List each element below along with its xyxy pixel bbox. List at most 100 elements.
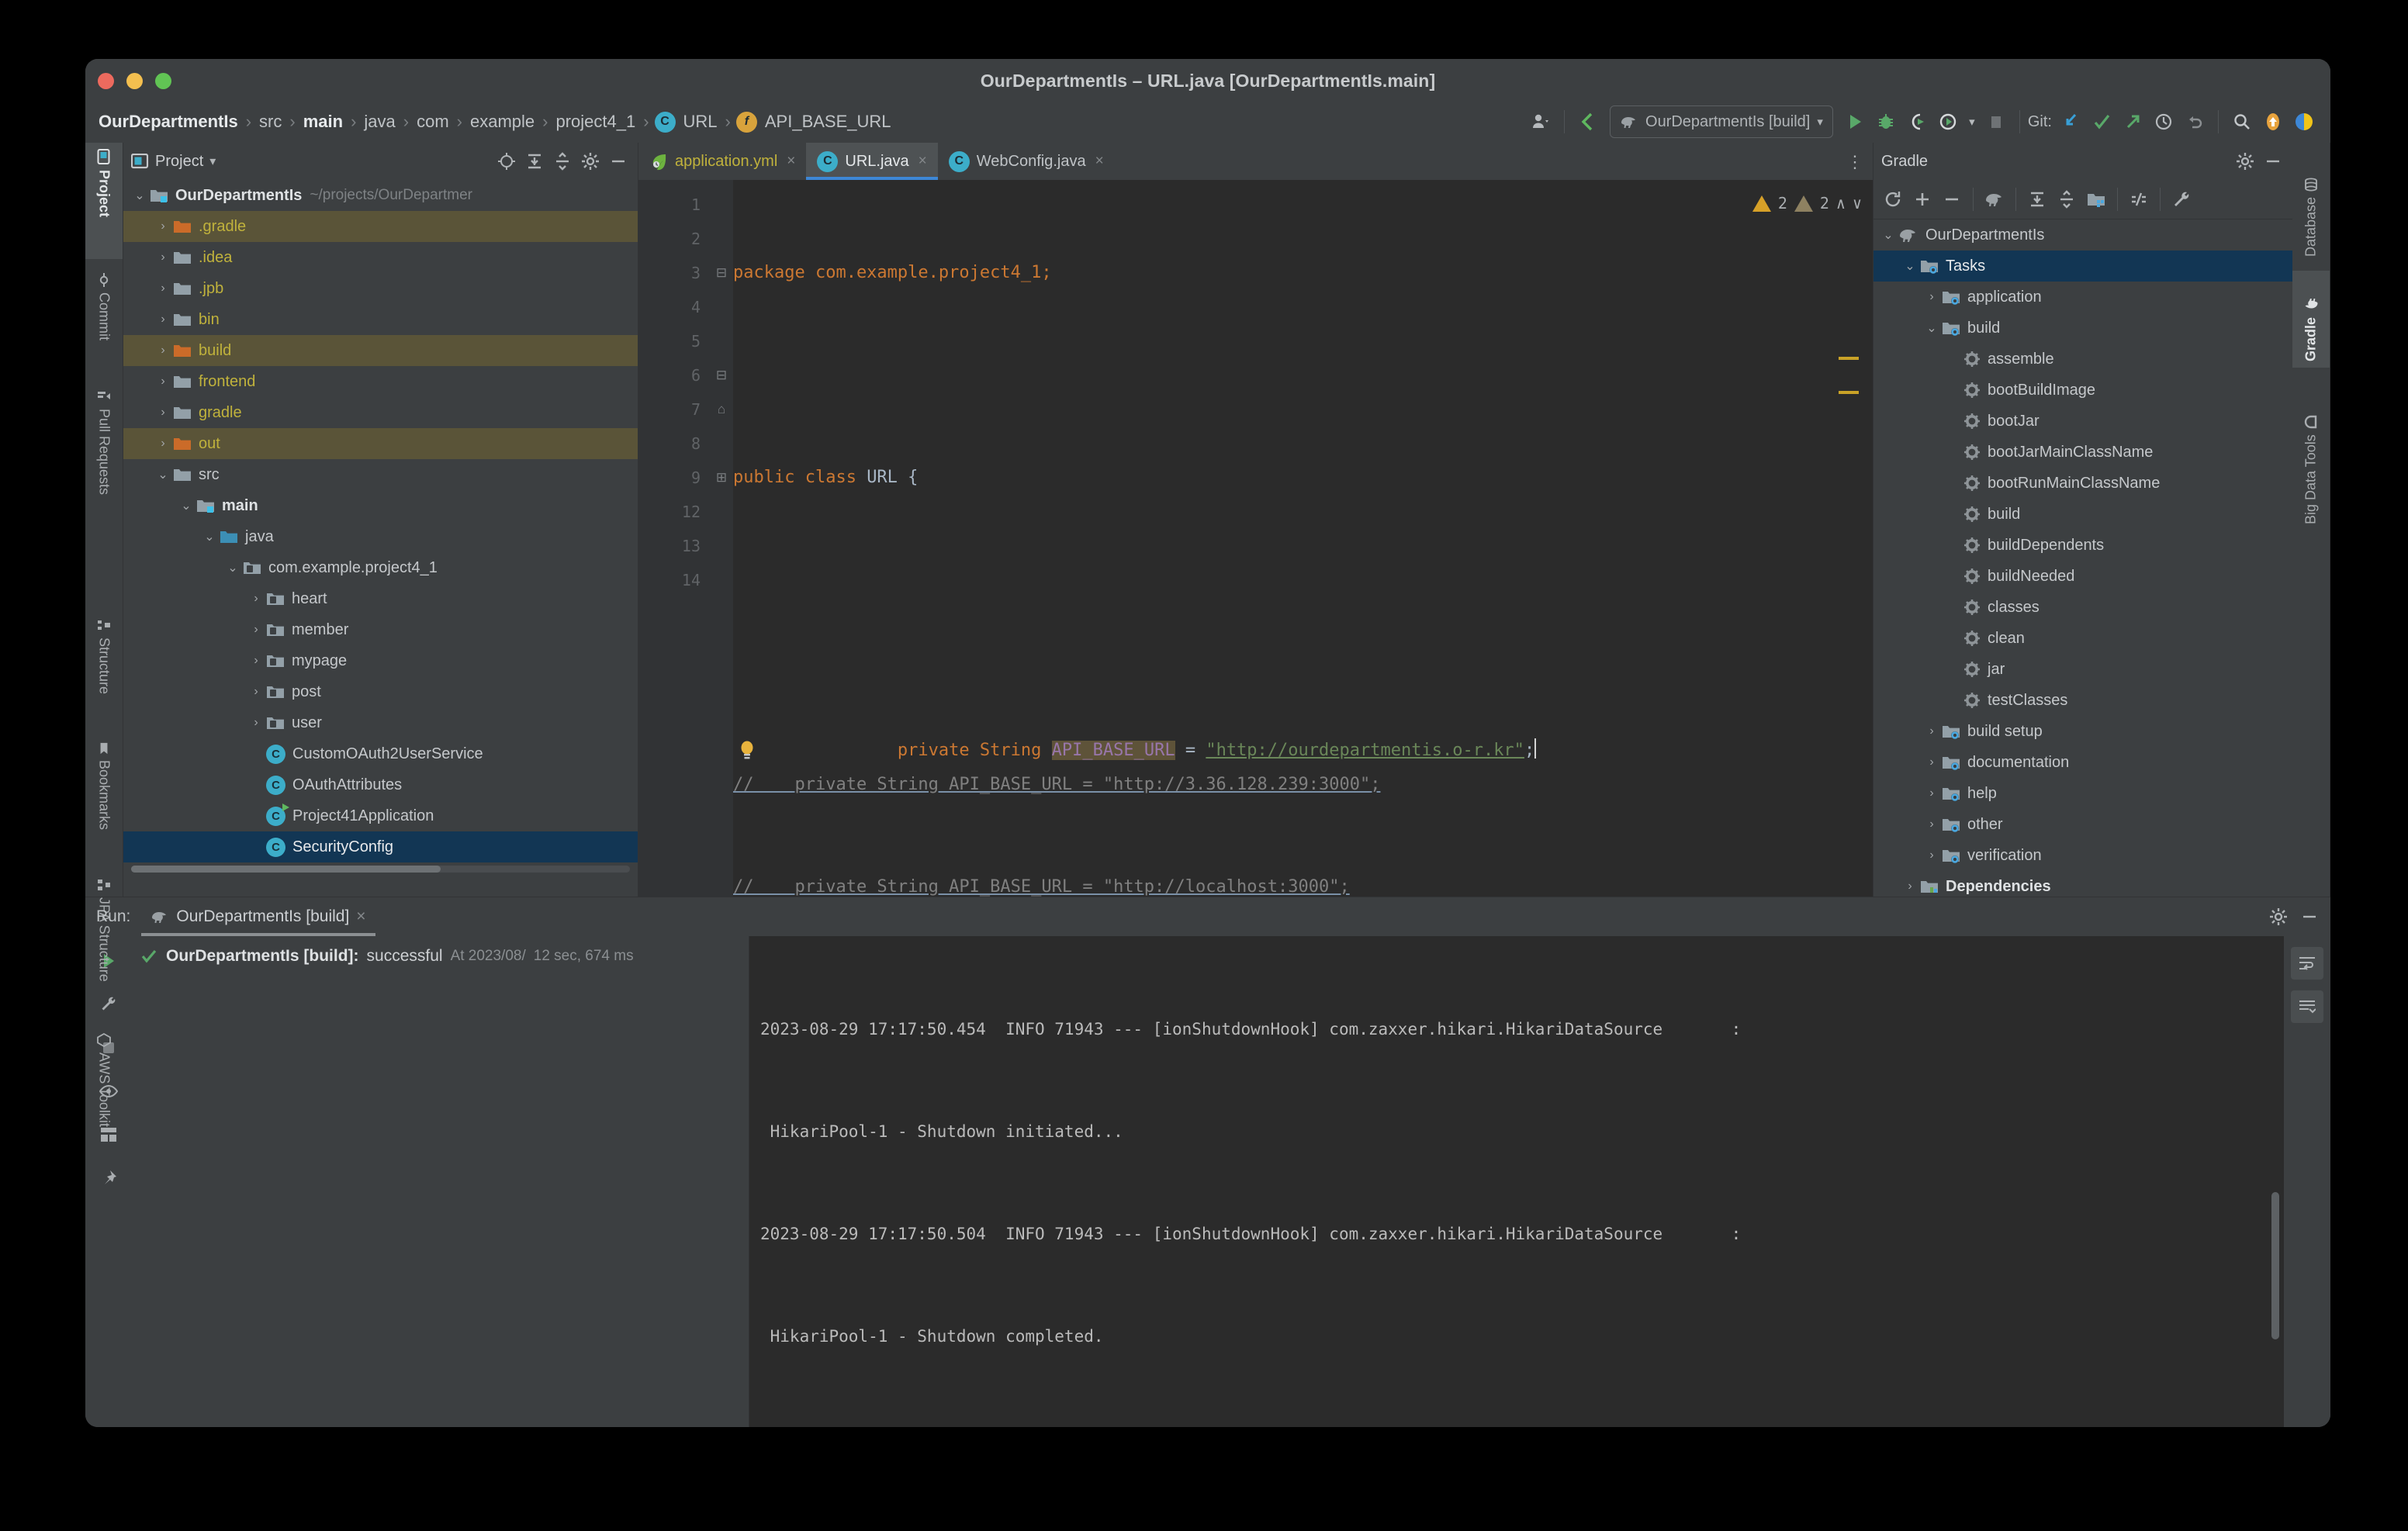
gradle-tree-row[interactable]: bootJar	[1873, 406, 2292, 437]
chevron-down-icon[interactable]: ⌄	[1900, 258, 1920, 274]
chevron-right-icon[interactable]: ›	[153, 313, 173, 327]
gradle-tree-row[interactable]: testClasses	[1873, 685, 2292, 716]
wrench-icon[interactable]	[2168, 186, 2195, 213]
chevron-right-icon[interactable]: ›	[153, 219, 173, 233]
collapse-all-icon[interactable]	[549, 148, 576, 175]
refresh-icon[interactable]	[1880, 186, 1906, 213]
chevron-right-icon[interactable]: ›	[246, 685, 266, 699]
soft-wrap-icon[interactable]	[2291, 947, 2323, 980]
breadcrumb-item-example[interactable]: example	[468, 112, 537, 132]
build-result-row[interactable]: OurDepartmentIs [build]: successful At 2…	[132, 942, 749, 970]
gradle-tree-row[interactable]: › Dependencies	[1873, 871, 2292, 897]
gradle-tree-row[interactable]: ⌄ OurDepartmentIs	[1873, 219, 2292, 251]
console-output[interactable]: 2023-08-29 17:17:50.454 INFO 71943 --- […	[749, 936, 2284, 1427]
chevron-right-icon[interactable]: ›	[246, 654, 266, 668]
gradle-tree-row[interactable]: buildNeeded	[1873, 561, 2292, 592]
chevron-down-icon[interactable]: ⌄	[130, 188, 150, 203]
expand-all-icon[interactable]	[2024, 186, 2050, 213]
chevron-right-icon[interactable]: ›	[1922, 290, 1942, 304]
chevron-right-icon[interactable]: ›	[153, 406, 173, 420]
close-icon[interactable]: ×	[919, 153, 927, 170]
chevron-right-icon[interactable]: ›	[153, 437, 173, 451]
gradle-tree[interactable]: ⌄ OurDepartmentIs ⌄ Tasks › application ⌄ build…	[1873, 219, 2292, 897]
settings-icon[interactable]	[2265, 904, 2292, 930]
breadcrumb-item-com[interactable]: com	[414, 112, 452, 132]
fold-marker-method[interactable]: ⊞	[710, 461, 733, 495]
chevron-down-icon[interactable]: ⌄	[199, 529, 220, 544]
debug-icon[interactable]	[1870, 105, 1901, 139]
back-arrow-icon[interactable]	[1572, 105, 1604, 139]
project-tree-row[interactable]: › .idea	[123, 242, 638, 273]
chevron-right-icon[interactable]: ›	[153, 251, 173, 264]
collapse-all-icon[interactable]	[2053, 186, 2080, 213]
gradle-tree-row[interactable]: › other	[1873, 809, 2292, 840]
sidebar-item-database[interactable]: Database	[2292, 143, 2330, 263]
sidebar-item-project[interactable]: Project	[85, 143, 123, 259]
project-tree-row[interactable]: ⌄ main	[123, 490, 638, 521]
stop-icon[interactable]	[1981, 105, 2012, 139]
tab-application-yml[interactable]: application.yml ×	[638, 143, 806, 180]
close-icon[interactable]: ×	[356, 907, 365, 926]
hide-icon[interactable]	[605, 148, 631, 175]
sidebar-item-gradle[interactable]: Gradle	[2292, 271, 2330, 368]
gradle-tree-row[interactable]: jar	[1873, 654, 2292, 685]
expand-all-icon[interactable]	[521, 148, 548, 175]
project-tree-row[interactable]: › bin	[123, 304, 638, 335]
project-tree-row[interactable]: › post	[123, 676, 638, 707]
updates-icon[interactable]	[2258, 105, 2289, 139]
chevron-right-icon[interactable]: ›	[1922, 755, 1942, 769]
run-configuration-selector[interactable]: OurDepartmentIs [build] ▾	[1610, 105, 1833, 138]
hide-icon[interactable]	[2260, 148, 2286, 175]
chevron-down-icon[interactable]: ⌄	[1922, 320, 1942, 336]
search-everywhere-icon[interactable]	[2226, 105, 2258, 139]
gradle-tree-row[interactable]: ⌄ build	[1873, 313, 2292, 344]
remove-icon[interactable]	[1939, 186, 1965, 213]
gradle-tree-row[interactable]: › help	[1873, 778, 2292, 809]
project-tree-row[interactable]: ⌄ src	[123, 459, 638, 490]
project-tree-row[interactable]: C Project41Application	[123, 800, 638, 831]
project-tree-scrollbar[interactable]	[131, 866, 630, 873]
breadcrumb-item-project[interactable]: OurDepartmentIs	[96, 112, 240, 132]
chevron-down-icon[interactable]: ⌄	[1878, 227, 1898, 243]
console-scrollbar[interactable]	[2271, 1192, 2279, 1339]
fold-gutter[interactable]: ⊟ ⊟ ⌂ ⊞	[710, 180, 733, 897]
code-text[interactable]: package com.example.project4_1; public c…	[733, 180, 1873, 897]
chevron-right-icon[interactable]: ›	[153, 344, 173, 358]
chevron-right-icon[interactable]: ›	[1922, 724, 1942, 738]
gradle-tree-row[interactable]: classes	[1873, 592, 2292, 623]
project-tree-row[interactable]: C CustomOAuth2UserService	[123, 738, 638, 769]
chevron-right-icon[interactable]: ›	[153, 375, 173, 389]
add-icon[interactable]	[1909, 186, 1936, 213]
gradle-tree-row[interactable]: › build setup	[1873, 716, 2292, 747]
settings-icon[interactable]	[2232, 148, 2258, 175]
chevron-right-icon[interactable]: ›	[246, 592, 266, 606]
scroll-to-end-icon[interactable]	[2291, 990, 2323, 1023]
chevron-down-icon[interactable]: ⌄	[223, 560, 243, 575]
project-tree-row[interactable]: › mypage	[123, 645, 638, 676]
chevron-right-icon[interactable]: ›	[1900, 880, 1920, 893]
locate-icon[interactable]	[493, 148, 520, 175]
chevron-down-icon[interactable]: ▾	[1963, 105, 1981, 139]
profiler-icon[interactable]	[1932, 105, 1963, 139]
project-tree-row[interactable]: ⌄ java	[123, 521, 638, 552]
gradle-tree-row[interactable]: bootBuildImage	[1873, 375, 2292, 406]
sidebar-item-structure[interactable]: Structure	[85, 612, 123, 728]
gradle-tree-row[interactable]: buildDependents	[1873, 530, 2292, 561]
breadcrumb-item-src[interactable]: src	[257, 112, 284, 132]
sidebar-item-bookmarks[interactable]: Bookmarks	[85, 736, 123, 864]
module-icon[interactable]	[2083, 186, 2109, 213]
chevron-right-icon[interactable]: ›	[1922, 786, 1942, 800]
code-string-url[interactable]: "http://ourdepartmentis.o-r.kr"	[1206, 741, 1524, 760]
chevron-right-icon[interactable]: ›	[153, 282, 173, 295]
project-tree-row[interactable]: › .gradle	[123, 211, 638, 242]
git-push-icon[interactable]	[2117, 105, 2148, 139]
chevron-down-icon[interactable]: ⌄	[176, 498, 196, 513]
close-icon[interactable]: ×	[1095, 153, 1104, 170]
gradle-tree-row[interactable]: clean	[1873, 623, 2292, 654]
project-tree-row[interactable]: ⌄ com.example.project4_1	[123, 552, 638, 583]
chevron-right-icon[interactable]: ›	[246, 623, 266, 637]
gradle-tree-row[interactable]: build	[1873, 499, 2292, 530]
tab-url-java[interactable]: C URL.java ×	[806, 143, 939, 180]
run-tab[interactable]: OurDepartmentIs [build] ×	[141, 897, 375, 936]
project-tree-row[interactable]: › user	[123, 707, 638, 738]
